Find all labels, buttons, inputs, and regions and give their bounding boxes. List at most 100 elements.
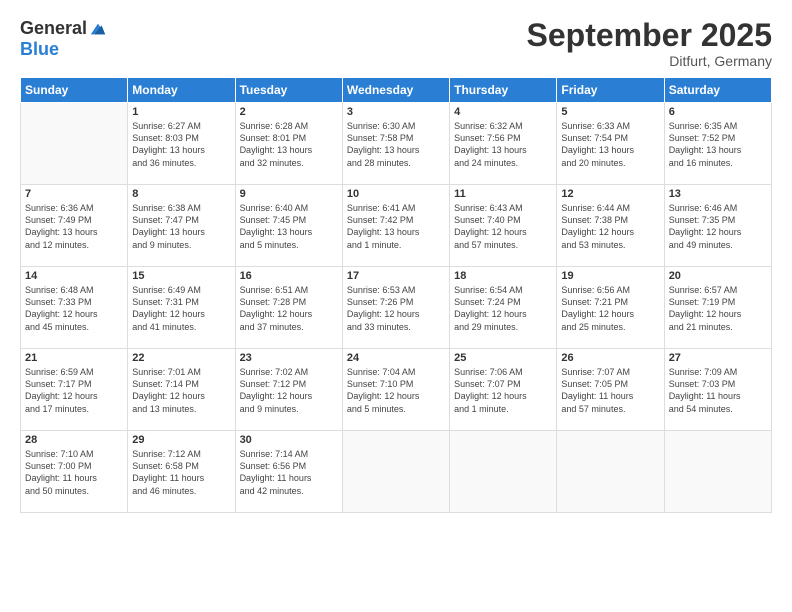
day-info: Sunrise: 7:02 AM Sunset: 7:12 PM Dayligh… <box>240 366 338 415</box>
day-number: 23 <box>240 352 338 364</box>
day-number: 27 <box>669 352 767 364</box>
calendar-cell: 29 Sunrise: 7:12 AM Sunset: 6:58 PM Dayli… <box>128 431 235 513</box>
header: General Blue September 2025 Ditfurt, Ger… <box>20 18 772 69</box>
day-info: Sunrise: 6:44 AM Sunset: 7:38 PM Dayligh… <box>561 202 659 251</box>
calendar-cell: 22Sunrise: 7:01 AM Sunset: 7:14 PM Dayli… <box>128 349 235 431</box>
calendar-cell: 11 Sunrise: 6:43 AM Sunset: 7:40 PM Dayli… <box>450 185 557 267</box>
calendar-cell: 16 Sunrise: 6:51 AM Sunset: 7:28 PM Dayli… <box>235 267 342 349</box>
title-block: September 2025 Ditfurt, Germany <box>527 18 772 69</box>
calendar-cell <box>342 431 449 513</box>
day-info: Sunrise: 7:14 AM Sunset: 6:56 PM Dayligh… <box>240 448 338 497</box>
calendar-cell: 15 Sunrise: 6:49 AM Sunset: 7:31 PM Dayli… <box>128 267 235 349</box>
day-number: 9 <box>240 188 338 200</box>
calendar-cell: 12 Sunrise: 6:44 AM Sunset: 7:38 PM Dayli… <box>557 185 664 267</box>
location: Ditfurt, Germany <box>527 53 772 69</box>
calendar-cell: 30 Sunrise: 7:14 AM Sunset: 6:56 PM Dayli… <box>235 431 342 513</box>
calendar-cell <box>664 431 771 513</box>
day-number: 21 <box>25 352 123 364</box>
day-info: Sunrise: 7:12 AM Sunset: 6:58 PM Dayligh… <box>132 448 230 497</box>
week-row-0: 1Sunrise: 6:27 AM Sunset: 8:03 PM Daylig… <box>21 103 772 185</box>
day-number: 2 <box>240 106 338 118</box>
calendar-table: SundayMondayTuesdayWednesdayThursdayFrid… <box>20 77 772 513</box>
calendar-cell: 13 Sunrise: 6:46 AM Sunset: 7:35 PM Dayli… <box>664 185 771 267</box>
calendar-cell <box>557 431 664 513</box>
day-number: 15 <box>132 270 230 282</box>
week-row-3: 21 Sunrise: 6:59 AM Sunset: 7:17 PM Dayli… <box>21 349 772 431</box>
calendar-cell: 9 Sunrise: 6:40 AM Sunset: 7:45 PM Daylig… <box>235 185 342 267</box>
week-row-1: 7Sunrise: 6:36 AM Sunset: 7:49 PM Daylig… <box>21 185 772 267</box>
calendar-cell: 26 Sunrise: 7:07 AM Sunset: 7:05 PM Dayli… <box>557 349 664 431</box>
day-header-friday: Friday <box>557 78 664 103</box>
day-number: 18 <box>454 270 552 282</box>
day-info: Sunrise: 7:07 AM Sunset: 7:05 PM Dayligh… <box>561 366 659 415</box>
day-info: Sunrise: 7:10 AM Sunset: 7:00 PM Dayligh… <box>25 448 123 497</box>
day-number: 20 <box>669 270 767 282</box>
calendar-cell: 28Sunrise: 7:10 AM Sunset: 7:00 PM Dayli… <box>21 431 128 513</box>
day-info: Sunrise: 7:09 AM Sunset: 7:03 PM Dayligh… <box>669 366 767 415</box>
day-info: Sunrise: 6:51 AM Sunset: 7:28 PM Dayligh… <box>240 284 338 333</box>
day-number: 5 <box>561 106 659 118</box>
logo-icon <box>89 20 107 38</box>
day-number: 6 <box>669 106 767 118</box>
calendar-cell: 14Sunrise: 6:48 AM Sunset: 7:33 PM Dayli… <box>21 267 128 349</box>
calendar-cell: 8Sunrise: 6:38 AM Sunset: 7:47 PM Daylig… <box>128 185 235 267</box>
month-title: September 2025 <box>527 18 772 53</box>
day-header-sunday: Sunday <box>21 78 128 103</box>
day-info: Sunrise: 6:56 AM Sunset: 7:21 PM Dayligh… <box>561 284 659 333</box>
day-info: Sunrise: 6:54 AM Sunset: 7:24 PM Dayligh… <box>454 284 552 333</box>
calendar-cell: 19 Sunrise: 6:56 AM Sunset: 7:21 PM Dayli… <box>557 267 664 349</box>
calendar-cell: 21 Sunrise: 6:59 AM Sunset: 7:17 PM Dayli… <box>21 349 128 431</box>
day-info: Sunrise: 6:48 AM Sunset: 7:33 PM Dayligh… <box>25 284 123 333</box>
day-info: Sunrise: 6:35 AM Sunset: 7:52 PM Dayligh… <box>669 120 767 169</box>
day-number: 10 <box>347 188 445 200</box>
day-number: 25 <box>454 352 552 364</box>
calendar-cell: 27 Sunrise: 7:09 AM Sunset: 7:03 PM Dayli… <box>664 349 771 431</box>
day-header-thursday: Thursday <box>450 78 557 103</box>
day-number: 17 <box>347 270 445 282</box>
day-info: Sunrise: 6:57 AM Sunset: 7:19 PM Dayligh… <box>669 284 767 333</box>
day-info: Sunrise: 6:46 AM Sunset: 7:35 PM Dayligh… <box>669 202 767 251</box>
week-row-4: 28Sunrise: 7:10 AM Sunset: 7:00 PM Dayli… <box>21 431 772 513</box>
calendar-cell: 1Sunrise: 6:27 AM Sunset: 8:03 PM Daylig… <box>128 103 235 185</box>
day-number: 1 <box>132 106 230 118</box>
day-info: Sunrise: 6:59 AM Sunset: 7:17 PM Dayligh… <box>25 366 123 415</box>
day-number: 19 <box>561 270 659 282</box>
day-number: 24 <box>347 352 445 364</box>
day-number: 11 <box>454 188 552 200</box>
day-header-monday: Monday <box>128 78 235 103</box>
calendar-cell: 18 Sunrise: 6:54 AM Sunset: 7:24 PM Dayli… <box>450 267 557 349</box>
page: General Blue September 2025 Ditfurt, Ger… <box>0 0 792 612</box>
week-row-2: 14Sunrise: 6:48 AM Sunset: 7:33 PM Dayli… <box>21 267 772 349</box>
day-info: Sunrise: 6:41 AM Sunset: 7:42 PM Dayligh… <box>347 202 445 251</box>
logo: General Blue <box>20 18 107 60</box>
day-number: 12 <box>561 188 659 200</box>
day-info: Sunrise: 6:43 AM Sunset: 7:40 PM Dayligh… <box>454 202 552 251</box>
day-number: 26 <box>561 352 659 364</box>
calendar-cell: 2 Sunrise: 6:28 AM Sunset: 8:01 PM Daylig… <box>235 103 342 185</box>
calendar-cell: 20 Sunrise: 6:57 AM Sunset: 7:19 PM Dayli… <box>664 267 771 349</box>
day-info: Sunrise: 7:06 AM Sunset: 7:07 PM Dayligh… <box>454 366 552 415</box>
calendar-cell <box>21 103 128 185</box>
calendar-cell: 24 Sunrise: 7:04 AM Sunset: 7:10 PM Dayli… <box>342 349 449 431</box>
day-header-saturday: Saturday <box>664 78 771 103</box>
calendar-cell: 10 Sunrise: 6:41 AM Sunset: 7:42 PM Dayli… <box>342 185 449 267</box>
day-info: Sunrise: 6:49 AM Sunset: 7:31 PM Dayligh… <box>132 284 230 333</box>
calendar-cell: 7Sunrise: 6:36 AM Sunset: 7:49 PM Daylig… <box>21 185 128 267</box>
day-info: Sunrise: 6:36 AM Sunset: 7:49 PM Dayligh… <box>25 202 123 251</box>
day-header-wednesday: Wednesday <box>342 78 449 103</box>
day-info: Sunrise: 6:40 AM Sunset: 7:45 PM Dayligh… <box>240 202 338 251</box>
day-number: 4 <box>454 106 552 118</box>
calendar-cell: 25 Sunrise: 7:06 AM Sunset: 7:07 PM Dayli… <box>450 349 557 431</box>
day-number: 16 <box>240 270 338 282</box>
calendar-cell: 5 Sunrise: 6:33 AM Sunset: 7:54 PM Daylig… <box>557 103 664 185</box>
day-info: Sunrise: 6:28 AM Sunset: 8:01 PM Dayligh… <box>240 120 338 169</box>
day-info: Sunrise: 6:33 AM Sunset: 7:54 PM Dayligh… <box>561 120 659 169</box>
day-number: 13 <box>669 188 767 200</box>
calendar-cell: 4Sunrise: 6:32 AM Sunset: 7:56 PM Daylig… <box>450 103 557 185</box>
day-number: 30 <box>240 434 338 446</box>
calendar-cell: 17Sunrise: 6:53 AM Sunset: 7:26 PM Dayli… <box>342 267 449 349</box>
logo-general-text: General <box>20 18 87 39</box>
calendar-cell <box>450 431 557 513</box>
day-info: Sunrise: 7:04 AM Sunset: 7:10 PM Dayligh… <box>347 366 445 415</box>
day-number: 29 <box>132 434 230 446</box>
